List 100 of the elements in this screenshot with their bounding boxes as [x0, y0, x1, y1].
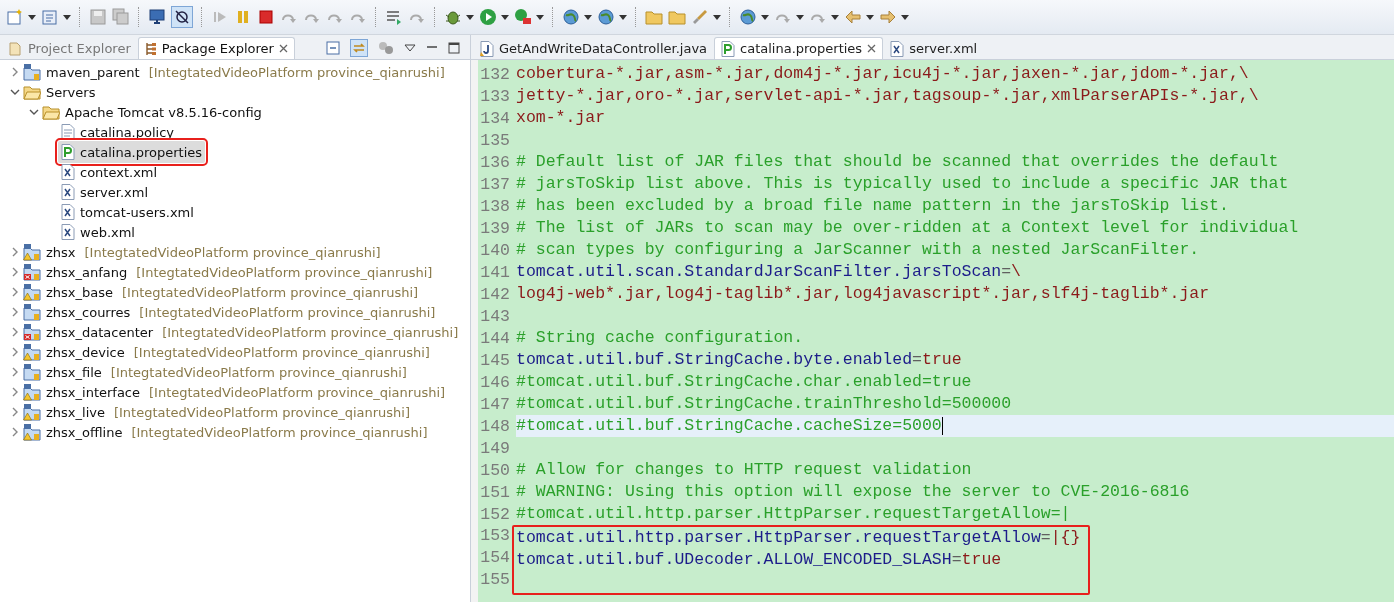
tree-item[interactable]: zhsx_device [20, 342, 128, 362]
caret-icon[interactable] [536, 14, 544, 20]
line-number: 147 [479, 394, 511, 414]
tree-item[interactable]: web.xml [58, 222, 138, 242]
globe-icon[interactable] [562, 8, 580, 26]
line-number: 152 [479, 504, 511, 524]
skip-breakpoints-icon[interactable] [171, 6, 193, 28]
project-folder-icon [23, 63, 41, 81]
editor-tab[interactable]: server.xml [883, 37, 985, 59]
link-editor-icon[interactable] [350, 39, 368, 57]
tree-item-label: zhsx_device [46, 344, 125, 360]
caret-icon[interactable] [619, 14, 627, 20]
line-number: 144 [479, 328, 511, 348]
line-number: 140 [479, 240, 511, 260]
tree-item[interactable]: zhsx_base [20, 282, 117, 302]
tree-item[interactable]: catalina.properties [58, 141, 206, 163]
line-number: 138 [479, 196, 511, 216]
caret-icon[interactable] [713, 14, 721, 20]
code-line: xom-*.jar [516, 107, 607, 129]
code-line: # Default list of JAR files that should be scanned that overrides the default [516, 151, 1280, 173]
tree-item[interactable]: zhsx_anfang [20, 262, 131, 282]
tree-item-label: zhsx_live [46, 404, 105, 420]
xml-file-icon [61, 184, 75, 200]
caret-icon[interactable] [501, 14, 509, 20]
line-number: 133 [479, 86, 511, 106]
tree-item[interactable]: Apache Tomcat v8.5.16-config [39, 102, 265, 122]
project-warning-icon [23, 423, 41, 441]
bug-icon[interactable] [444, 8, 462, 26]
monitor-icon[interactable] [148, 8, 166, 26]
folder-icon[interactable] [668, 8, 686, 26]
tree-item[interactable]: zhsx_live [20, 402, 108, 422]
globe-icon[interactable] [597, 8, 615, 26]
properties-file-icon [61, 144, 75, 160]
tree-item[interactable]: server.xml [58, 182, 152, 202]
tree-item-label: catalina.policy [80, 124, 174, 140]
line-number: 153 [479, 525, 511, 547]
tree-item[interactable]: zhsx_datacenter [20, 322, 157, 342]
code-line: # String cache configuration. [516, 327, 805, 349]
list-icon[interactable] [385, 8, 403, 26]
xml-file-icon [61, 224, 75, 240]
line-number: 155 [479, 569, 511, 591]
save-icon[interactable] [89, 8, 107, 26]
tree-item[interactable]: zhsx_file [20, 362, 105, 382]
project-info: [IntegtatedVideoPlatform province_qianrushi] [122, 284, 419, 300]
view-tab[interactable]: Project Explorer [2, 37, 138, 59]
run-toolbox-icon[interactable] [514, 8, 532, 26]
tree-item-label: Servers [46, 84, 96, 100]
tree-item-label: zhsx_file [46, 364, 102, 380]
filter-icon[interactable] [378, 41, 394, 55]
view-menu-icon[interactable] [404, 44, 416, 52]
line-number: 143 [479, 306, 511, 326]
save-all-icon[interactable] [112, 8, 130, 26]
collapse-all-icon[interactable] [326, 41, 340, 55]
tree-item[interactable]: zhsx_courres [20, 302, 134, 322]
tree-item[interactable]: Servers [20, 82, 99, 102]
caret-icon[interactable] [901, 14, 909, 20]
project-warning-icon [23, 283, 41, 301]
project-warning-icon [23, 243, 41, 261]
caret-icon[interactable] [466, 14, 474, 20]
caret-icon[interactable] [63, 14, 71, 20]
code-line: tomcat.util.scan.StandardJarScanFilter.jarsToScan=\ [516, 261, 1022, 283]
package-tree-icon [144, 41, 157, 56]
globe-icon[interactable] [739, 8, 757, 26]
folder-icon [42, 104, 60, 120]
close-icon[interactable] [867, 44, 877, 53]
line-number: 150 [479, 460, 511, 480]
line-number: 134 [479, 108, 511, 128]
folder-icon[interactable] [645, 8, 663, 26]
tree-item[interactable]: tomcat-users.xml [58, 202, 197, 222]
folder-icon [23, 84, 41, 100]
line-number: 142 [479, 284, 511, 304]
caret-icon[interactable] [796, 14, 804, 20]
editor-tab[interactable]: catalina.properties [714, 37, 884, 59]
caret-icon[interactable] [584, 14, 592, 20]
tree-item-label: maven_parent [46, 64, 140, 80]
line-number: 154 [479, 547, 511, 569]
line-number: 151 [479, 482, 511, 502]
editor-tab[interactable]: GetAndWriteDataController.java [473, 37, 715, 59]
tree-item[interactable]: zhsx_interface [20, 382, 143, 402]
caret-icon[interactable] [28, 14, 36, 20]
code-line: #tomcat.util.http.parser.HttpParser.requestTargetAllow=| [516, 503, 1072, 525]
line-number: 146 [479, 372, 511, 392]
maximize-icon[interactable] [448, 42, 460, 54]
caret-icon[interactable] [761, 14, 769, 20]
tree-item[interactable]: context.xml [58, 162, 161, 182]
caret-icon[interactable] [866, 14, 874, 20]
close-icon[interactable] [278, 44, 288, 53]
properties-file-icon [721, 40, 736, 57]
code-line: # scan types by configuring a JarScanner with a nested JarScanFilter. [516, 239, 1201, 261]
project-error-icon [23, 323, 41, 341]
stop-icon[interactable] [257, 8, 275, 26]
tree-item[interactable]: zhsx_offline [20, 422, 126, 442]
caret-icon[interactable] [831, 14, 839, 20]
line-number: 148 [479, 416, 511, 436]
code-line: tomcat.util.http.parser.HttpParser.requestTargetAllow=|{} [516, 527, 1082, 549]
tree-item-label: tomcat-users.xml [80, 204, 194, 220]
tree-item[interactable]: maven_parent [20, 62, 143, 82]
code-line: jetty-*.jar,oro-*.jar,servlet-api-*.jar,tagsoup-*.jar,xmlParserAPIs-*.jar,\ [516, 85, 1260, 107]
tree-item[interactable]: zhsx [20, 242, 79, 262]
view-tab[interactable]: Package Explorer [137, 37, 295, 59]
